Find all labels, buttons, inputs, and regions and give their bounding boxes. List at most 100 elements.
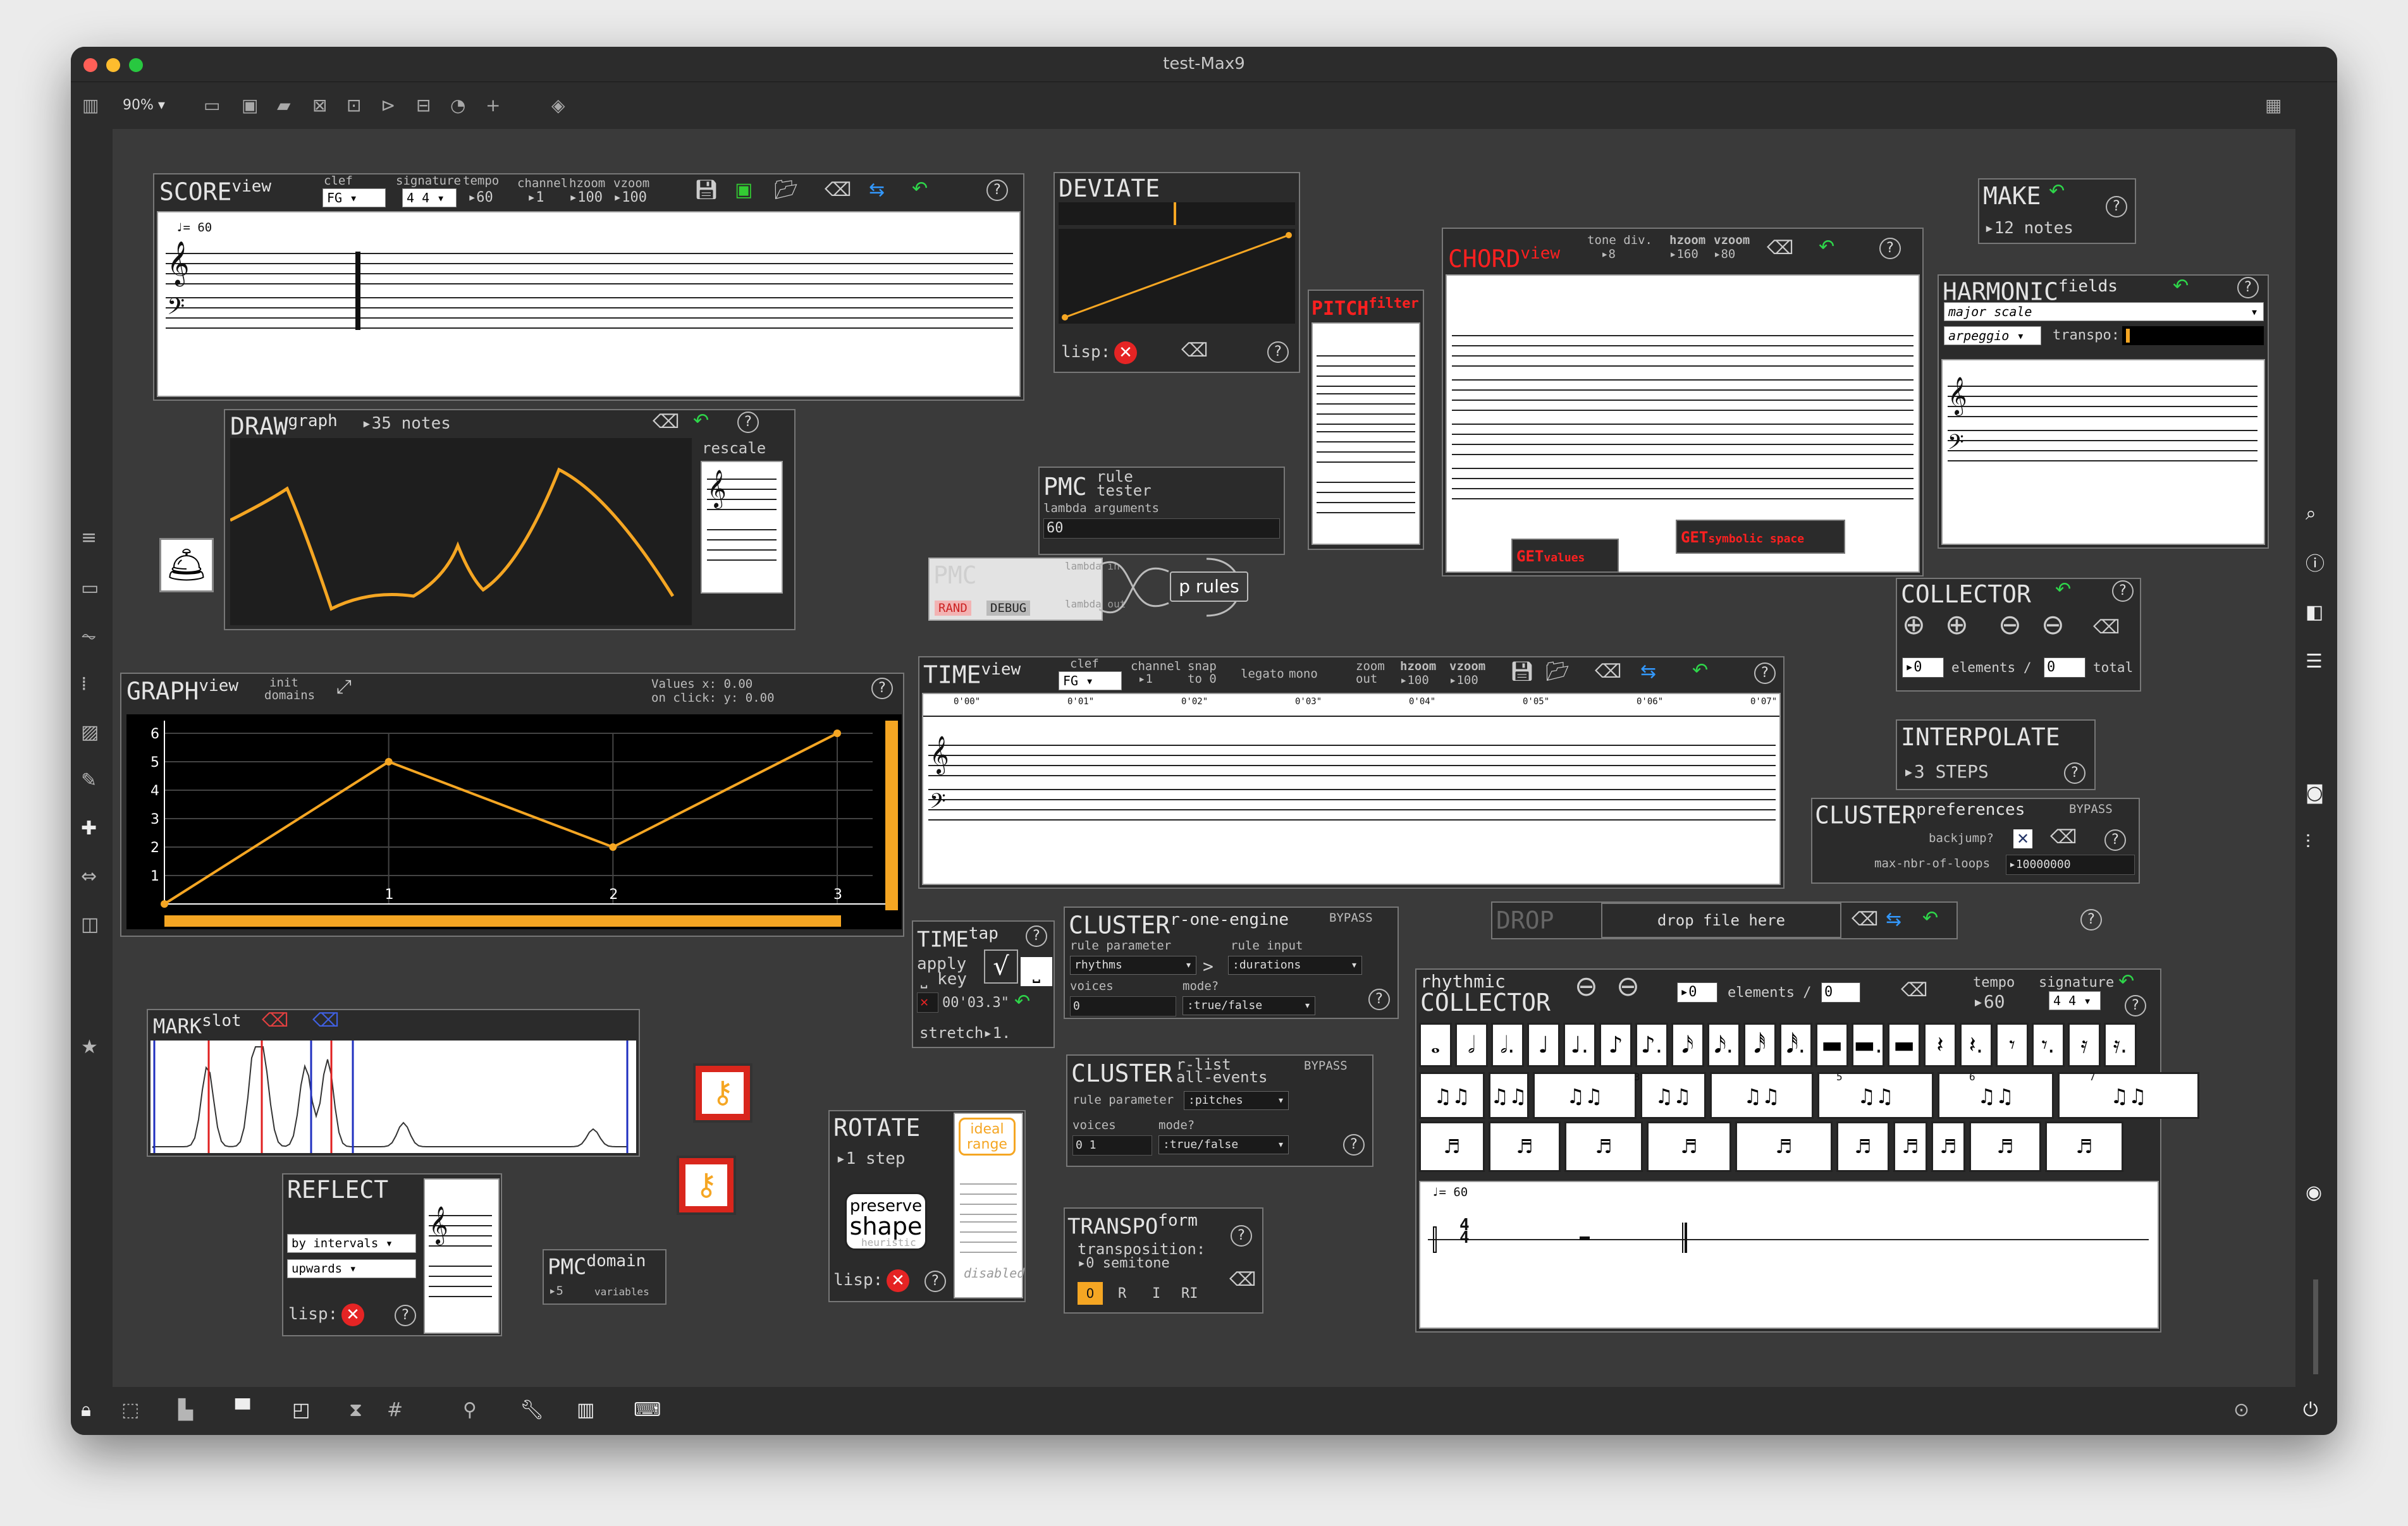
hzoom-number[interactable]: ▸100: [569, 190, 603, 205]
debug-button[interactable]: DEBUG: [986, 601, 1031, 616]
help-icon[interactable]: ?: [1754, 662, 1776, 684]
play-object-icon[interactable]: ⊳: [381, 95, 395, 116]
rule-parameter-select[interactable]: rhythms ▾: [1070, 956, 1196, 975]
record-icon[interactable]: ⇆: [1886, 909, 1901, 931]
rhythm-cell[interactable]: 𝄽: [1924, 1023, 1956, 1067]
camera-icon[interactable]: ◙: [2306, 783, 2324, 804]
red-eraser-icon[interactable]: ⌫: [262, 1010, 288, 1032]
transpo-slider[interactable]: [2122, 326, 2264, 345]
undo-arrow-icon[interactable]: ↶: [693, 410, 709, 432]
spacebar-button[interactable]: ⎵: [1021, 957, 1052, 986]
info-icon[interactable]: ⓘ: [2306, 554, 2325, 575]
rhythmic-staff-area[interactable]: ♩= 60 44: [1419, 1181, 2159, 1329]
save-icon[interactable]: 💾︎: [694, 180, 718, 201]
rhythm-group-cell[interactable]: ♫♫: [1640, 1072, 1706, 1119]
help-icon[interactable]: ?: [395, 1305, 416, 1326]
comment-icon[interactable]: ▰: [277, 95, 291, 116]
rhythm-group-cell[interactable]: ♬: [1647, 1121, 1731, 1172]
left-arrow-icon[interactable]: ⊖: [1998, 611, 2022, 639]
menu-icon[interactable]: ≡: [81, 527, 97, 549]
rhythm-group-cell[interactable]: ♫♫: [1489, 1072, 1529, 1119]
eraser-icon[interactable]: ⌫: [653, 412, 679, 433]
paint-icon[interactable]: ◈: [551, 95, 565, 116]
channel-number[interactable]: ▸1: [527, 190, 544, 205]
left-arrow-icon[interactable]: ⊖: [1575, 973, 1598, 1001]
backjump-checkbox[interactable]: ✕: [2013, 829, 2032, 848]
rhythm-cell[interactable]: 𝅘𝅥𝅰.: [1779, 1023, 1812, 1067]
rhythm-cell[interactable]: ▬: [1815, 1023, 1848, 1067]
help-icon[interactable]: ?: [1026, 925, 1047, 947]
debug-icon[interactable]: ⧗: [349, 1400, 362, 1421]
record-rhythm-icon[interactable]: ⇆: [869, 180, 885, 201]
scale-select[interactable]: major scale ▾: [1944, 302, 2264, 321]
layers-icon[interactable]: ◰: [292, 1400, 310, 1421]
send-arrow-icon[interactable]: >: [1203, 956, 1213, 977]
voices-field[interactable]: 0 1: [1072, 1135, 1152, 1156]
eraser-icon[interactable]: ⌫: [1901, 980, 1927, 1001]
zoom-out-button[interactable]: zoom out: [1356, 660, 1387, 685]
rhythm-cell[interactable]: 𝄽.: [1960, 1023, 1993, 1067]
rhythm-palette[interactable]: 𝅝 𝅗𝅥 𝅗𝅥. ♩ ♩. ♪ ♪. 𝅘𝅥𝅯 𝅘𝅥𝅯. 𝅘𝅥𝅰 𝅘𝅥𝅰. ▬ ▬. ▬ 𝄽 𝄽. 𝄾 𝄾. 𝄿 𝄿. ♫…: [1419, 1023, 2199, 1175]
rhythmic-tempo-number[interactable]: ▸60: [1973, 991, 2005, 1012]
patcher-icon[interactable]: ▙: [178, 1400, 193, 1421]
eraser-icon[interactable]: ⌫: [1767, 238, 1793, 259]
save-icon[interactable]: 💾︎: [1510, 661, 1534, 683]
transpo-inversion-button[interactable]: I: [1152, 1286, 1160, 1302]
rhythm-group-cell[interactable]: ♬: [1419, 1121, 1485, 1172]
tone-div-number[interactable]: ▸8: [1601, 248, 1616, 260]
add-icon[interactable]: ⊕: [1945, 611, 1969, 639]
inspector-icon[interactable]: ⊡: [347, 95, 361, 116]
search-icon[interactable]: ⌕: [2306, 503, 2316, 525]
mode-select[interactable]: :true/false ▾: [1182, 996, 1315, 1015]
help-icon[interactable]: ?: [986, 180, 1008, 201]
record-icon[interactable]: ⇆: [1640, 661, 1656, 683]
level-meter[interactable]: [2313, 1279, 2318, 1374]
play-icon[interactable]: ⊙: [2233, 1400, 2249, 1421]
deviate-curve[interactable]: [1059, 229, 1295, 324]
help-icon[interactable]: ?: [2125, 995, 2146, 1016]
help-icon[interactable]: ?: [737, 412, 759, 433]
clef-select[interactable]: FG ▾: [322, 188, 386, 207]
notes-count[interactable]: ▸35 notes: [362, 414, 451, 433]
mixer-icon[interactable]: ⫶: [2306, 832, 2311, 853]
help-icon[interactable]: ?: [2106, 196, 2127, 217]
rhythm-group-cell[interactable]: ♬: [1931, 1121, 1965, 1172]
snap-to-zero-button[interactable]: snap to 0: [1188, 660, 1219, 685]
rhythm-cell[interactable]: 𝅗𝅥.: [1491, 1023, 1524, 1067]
apply-check-button[interactable]: √: [984, 949, 1018, 984]
rhythmic-signature-select[interactable]: 4 4 ▾: [2049, 991, 2101, 1010]
rhythm-cell[interactable]: ♪: [1599, 1023, 1632, 1067]
rhythm-group-cell[interactable]: ♫♫: [1710, 1072, 1814, 1119]
rule-input-select[interactable]: :durations ▾: [1228, 956, 1362, 975]
lock-icon[interactable]: 🔒︎: [81, 1400, 91, 1421]
interpolate-steps[interactable]: ▸3 STEPS: [1903, 761, 1989, 782]
lambda-arguments-field[interactable]: 60: [1043, 518, 1280, 539]
help-icon[interactable]: ?: [1267, 341, 1289, 363]
plugin-icon[interactable]: ✚: [81, 818, 97, 839]
folder-icon[interactable]: 📂︎: [1545, 661, 1570, 683]
rhythm-cell[interactable]: 𝄾.: [2032, 1023, 2065, 1067]
time-ruler[interactable]: 0'00" 0'01" 0'02" 0'03" 0'04" 0'05" 0'06" 0'07": [923, 694, 1779, 717]
lisp-close-icon[interactable]: ✕: [1114, 341, 1137, 364]
collector-elements-field[interactable]: ▸0: [1902, 657, 1944, 678]
piano-icon[interactable]: ▥: [577, 1400, 594, 1421]
rhythm-group-cell[interactable]: ♫♫: [1533, 1072, 1637, 1119]
slider-object-icon[interactable]: ⊟: [416, 95, 431, 116]
tempo-number[interactable]: ▸60: [468, 190, 493, 205]
rhythm-group-cell[interactable]: ♫♫: [2058, 1072, 2199, 1119]
transposition-value[interactable]: ▸0 semitone: [1078, 1255, 1170, 1271]
eraser-icon[interactable]: ⌫: [1852, 909, 1878, 931]
signature-select[interactable]: 4 4 ▾: [402, 188, 457, 207]
p-rules-object[interactable]: p rules: [1170, 571, 1248, 602]
right-arrow-icon[interactable]: ⊖: [2041, 611, 2065, 639]
lisp-close-icon[interactable]: ✕: [887, 1269, 909, 1292]
help-icon[interactable]: ?: [2064, 762, 2086, 784]
rand-button[interactable]: RAND: [935, 601, 971, 616]
help-icon[interactable]: ?: [924, 1271, 946, 1292]
rhythm-group-cell[interactable]: ♬: [2045, 1121, 2123, 1172]
transpo-ri-button[interactable]: RI: [1181, 1286, 1198, 1302]
rhythm-group-cell[interactable]: ♬: [1489, 1121, 1561, 1172]
legato-button[interactable]: legato: [1241, 668, 1284, 680]
help-icon[interactable]: ?: [2237, 277, 2259, 298]
undo-arrow-icon[interactable]: ↶: [2049, 181, 2065, 202]
